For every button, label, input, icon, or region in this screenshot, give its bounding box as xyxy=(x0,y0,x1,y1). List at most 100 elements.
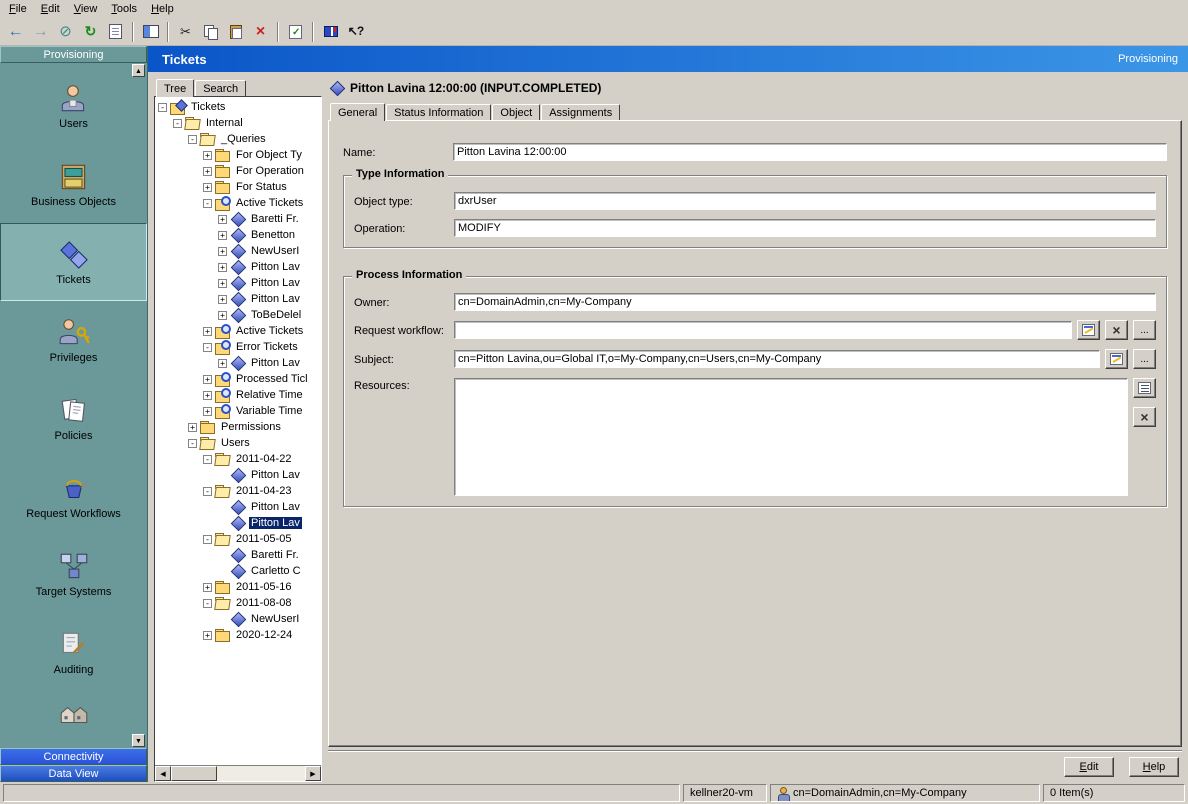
tree-node-label[interactable]: Tickets xyxy=(189,101,227,113)
tree-node[interactable]: + 2020-12-24 xyxy=(156,627,320,643)
tree-node-label[interactable]: For Operation xyxy=(234,165,306,177)
tree-expander-icon[interactable]: + xyxy=(218,263,227,272)
tree-node[interactable]: + Baretti Fr. xyxy=(156,211,320,227)
tree-node-label[interactable]: Pitton Lav xyxy=(249,357,302,369)
paste-button[interactable] xyxy=(223,20,248,44)
tree-expander-icon[interactable]: + xyxy=(203,167,212,176)
tree-expander-icon[interactable]: + xyxy=(218,295,227,304)
panel-toggle-button[interactable] xyxy=(138,20,163,44)
tree-node-label[interactable]: Users xyxy=(219,437,252,449)
sidebar-item-tickets[interactable]: Tickets xyxy=(0,223,147,301)
tree-expander-icon[interactable]: - xyxy=(203,487,212,496)
operation-input[interactable] xyxy=(454,219,1156,237)
tab-tree[interactable]: Tree xyxy=(156,79,194,97)
tree-node-label[interactable]: Pitton Lav xyxy=(249,293,302,305)
tree-expander-icon[interactable]: + xyxy=(218,247,227,256)
stop-button[interactable] xyxy=(53,20,78,44)
tree-expander-icon[interactable]: - xyxy=(188,439,197,448)
tree-node-label[interactable]: Pitton Lav xyxy=(249,501,302,513)
tree-node[interactable]: + For Operation xyxy=(156,163,320,179)
menu-item[interactable]: View xyxy=(67,2,105,16)
tree-node-label[interactable]: Baretti Fr. xyxy=(249,549,301,561)
scroll-left-button[interactable] xyxy=(155,766,171,781)
tree-expander-icon[interactable]: + xyxy=(218,311,227,320)
subject-open-button[interactable] xyxy=(1105,349,1128,369)
subject-browse-button[interactable]: ... xyxy=(1133,349,1156,369)
tree-node-label[interactable]: ToBeDelel xyxy=(249,309,303,321)
tree-node-label[interactable]: Pitton Lav xyxy=(249,261,302,273)
menu-item[interactable]: Help xyxy=(144,2,181,16)
sidebar-item-business-objects[interactable]: Business Objects xyxy=(0,145,147,223)
tree-expander-icon[interactable]: - xyxy=(203,599,212,608)
validate-button[interactable] xyxy=(283,20,308,44)
tree-expander-icon[interactable]: + xyxy=(203,583,212,592)
tree-node[interactable]: Pitton Lav xyxy=(156,515,320,531)
tree-node-label[interactable]: Permissions xyxy=(219,421,283,433)
tree-node[interactable]: + Pitton Lav xyxy=(156,259,320,275)
sidebar-scroll-up-button[interactable] xyxy=(132,64,145,77)
tree-node[interactable]: + Benetton xyxy=(156,227,320,243)
tree-node-label[interactable]: _Queries xyxy=(219,133,268,145)
owner-input[interactable] xyxy=(454,293,1156,311)
help-book-button[interactable] xyxy=(318,20,343,44)
tree-node[interactable]: + Pitton Lav xyxy=(156,275,320,291)
tree-expander-icon[interactable]: + xyxy=(218,231,227,240)
menu-item[interactable]: Tools xyxy=(104,2,144,16)
tree-node-label[interactable]: Benetton xyxy=(249,229,297,241)
request-workflow-select-button[interactable] xyxy=(1077,320,1100,340)
tree-node[interactable]: - Error Tickets xyxy=(156,339,320,355)
tree-node-label[interactable]: Pitton Lav xyxy=(249,517,302,529)
scroll-right-button[interactable] xyxy=(305,766,321,781)
request-workflow-browse-button[interactable]: ... xyxy=(1133,320,1156,340)
tree-node-label[interactable]: Pitton Lav xyxy=(249,469,302,481)
new-document-button[interactable] xyxy=(103,20,128,44)
tree-node[interactable]: + For Status xyxy=(156,179,320,195)
tree-node[interactable]: - Internal xyxy=(156,115,320,131)
tree-node[interactable]: + ToBeDelel xyxy=(156,307,320,323)
tree-node[interactable]: - 2011-04-23 xyxy=(156,483,320,499)
tree-node[interactable]: + For Object Ty xyxy=(156,147,320,163)
tree-node-label[interactable]: Relative Time xyxy=(234,389,305,401)
tree-horizontal-scrollbar[interactable] xyxy=(155,765,321,781)
help-button[interactable]: Help xyxy=(1129,757,1179,777)
sidebar-item-users[interactable]: Users xyxy=(0,67,147,145)
tree-expander-icon[interactable]: - xyxy=(203,535,212,544)
tree-expander-icon[interactable]: + xyxy=(203,631,212,640)
delete-button[interactable] xyxy=(248,20,273,44)
tree-node-label[interactable]: Processed Ticl xyxy=(234,373,310,385)
edit-button[interactable]: Edit xyxy=(1064,757,1114,777)
tree-expander-icon[interactable]: - xyxy=(173,119,182,128)
subject-input[interactable] xyxy=(454,350,1100,368)
request-workflow-input[interactable] xyxy=(454,321,1072,339)
tree-expander-icon[interactable]: + xyxy=(203,151,212,160)
copy-button[interactable] xyxy=(198,20,223,44)
tree-node-label[interactable]: Variable Time xyxy=(234,405,304,417)
object-type-input[interactable] xyxy=(454,192,1156,210)
tree-expander-icon[interactable]: + xyxy=(203,183,212,192)
tree-node[interactable]: - Users xyxy=(156,435,320,451)
tree-node[interactable]: - Tickets xyxy=(156,99,320,115)
tab-general[interactable]: General xyxy=(330,103,385,121)
tree-node-label[interactable]: Carletto C xyxy=(249,565,303,577)
cut-button[interactable] xyxy=(173,20,198,44)
tree-node-label[interactable]: Internal xyxy=(204,117,245,129)
refresh-button[interactable] xyxy=(78,20,103,44)
resources-list[interactable] xyxy=(454,378,1128,496)
tree-expander-icon[interactable]: + xyxy=(203,327,212,336)
tab-assignments[interactable]: Assignments xyxy=(541,104,620,120)
sidebar-item-target-systems[interactable]: Target Systems xyxy=(0,535,147,613)
tree-node[interactable]: + Pitton Lav xyxy=(156,291,320,307)
sidebar-item-policies[interactable]: Policies xyxy=(0,379,147,457)
tree-node-label[interactable]: For Status xyxy=(234,181,289,193)
tree-node[interactable]: + 2011-05-16 xyxy=(156,579,320,595)
sidebar-item-auditing[interactable]: Auditing xyxy=(0,613,147,691)
tree-node[interactable]: + Relative Time xyxy=(156,387,320,403)
menu-item[interactable]: File xyxy=(2,2,34,16)
tab-object[interactable]: Object xyxy=(492,104,540,120)
tree-node[interactable]: + Permissions xyxy=(156,419,320,435)
tree-node[interactable]: Baretti Fr. xyxy=(156,547,320,563)
tree-node-label[interactable]: Active Tickets xyxy=(234,197,305,209)
tree-node-label[interactable]: 2011-04-23 xyxy=(234,485,293,497)
tree-node[interactable]: + NewUserI xyxy=(156,243,320,259)
scrollbar-track[interactable] xyxy=(171,766,305,781)
